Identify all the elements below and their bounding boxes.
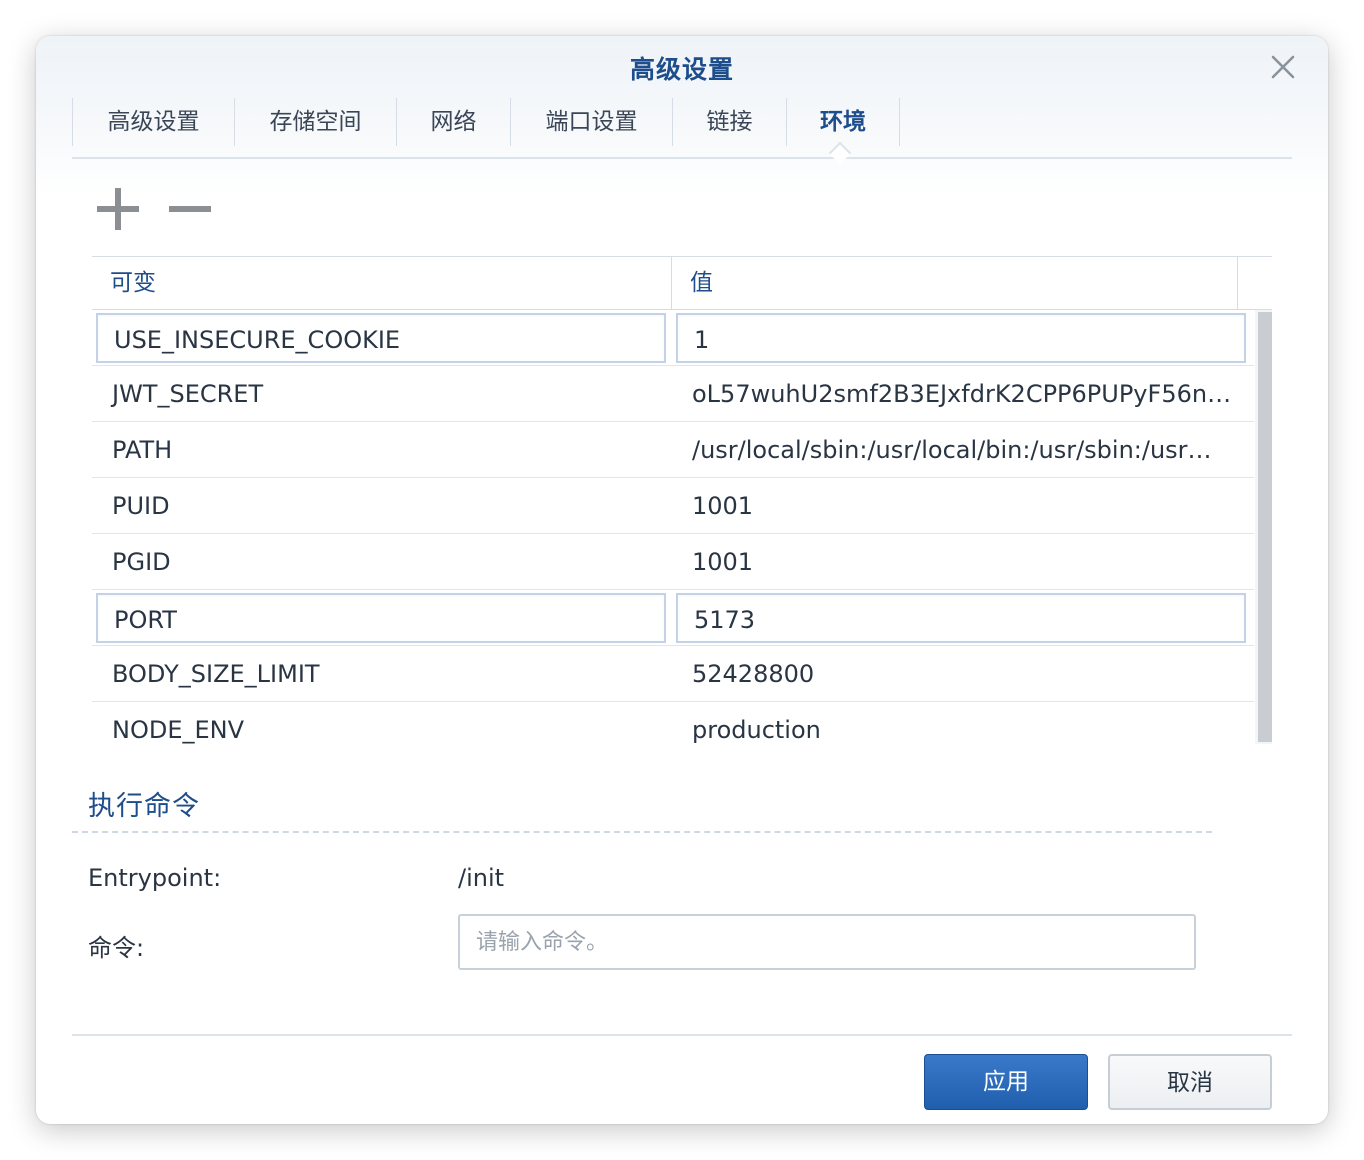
env-variables-table: 可变 值 USE_INSECURE_COOKIE 1 JWT_SECRET oL57w… — [92, 256, 1272, 744]
table-row[interactable]: PATH/usr/local/sbin:/usr/local/bin:/usr/… — [92, 422, 1254, 478]
column-header-variable[interactable]: 可变 — [92, 257, 672, 309]
variable-name-cell[interactable]: PATH — [96, 425, 666, 475]
variable-name-cell[interactable]: JWT_SECRET — [96, 369, 666, 419]
table-header: 可变 值 — [92, 257, 1272, 310]
table-row[interactable]: PGID 1001 — [92, 534, 1254, 590]
env-toolbar — [96, 186, 240, 232]
variable-value-cell[interactable]: 1001 — [676, 537, 1246, 587]
variable-value-field[interactable]: 1 — [676, 313, 1246, 363]
table-scrollbar[interactable] — [1255, 310, 1272, 744]
table-row[interactable]: BODY_SIZE_LIMIT 52428800 — [92, 646, 1254, 702]
table-row[interactable]: USE_INSECURE_COOKIE 1 — [92, 310, 1254, 366]
command-input[interactable] — [458, 914, 1196, 970]
variable-name-cell[interactable]: BODY_SIZE_LIMIT — [96, 649, 666, 699]
tabs-divider — [72, 157, 1292, 159]
variable-value-cell[interactable]: /usr/local/sbin:/usr/local/bin:/usr/sbin… — [676, 425, 1246, 475]
tab-port-settings[interactable]: 端口设置 — [510, 98, 672, 146]
tab-advanced-settings[interactable]: 高级设置 — [72, 98, 234, 146]
advanced-settings-dialog: 高级设置 高级设置 存储空间 网络 端口设置 链接 环境 可变 值 USE_IN… — [36, 36, 1328, 1124]
minus-icon[interactable] — [168, 186, 212, 232]
scrollbar-thumb[interactable] — [1258, 312, 1272, 742]
variable-name-cell[interactable]: PGID — [96, 537, 666, 587]
variable-value-cell[interactable]: 52428800 — [676, 649, 1246, 699]
variable-name-field[interactable]: PORT — [96, 593, 666, 643]
variable-name-field[interactable]: USE_INSECURE_COOKIE — [96, 313, 666, 363]
plus-icon[interactable] — [96, 186, 140, 232]
table-row[interactable]: PORT 5173 — [92, 590, 1254, 646]
variable-name-cell[interactable]: NODE_ENV — [96, 705, 666, 744]
exec-section-title: 执行命令 — [88, 791, 200, 822]
variable-value-field[interactable]: 5173 — [676, 593, 1246, 643]
table-row[interactable]: NODE_ENV production — [92, 702, 1254, 744]
dialog-title: 高级设置 — [629, 55, 734, 84]
cancel-button[interactable]: 取消 — [1108, 1054, 1272, 1110]
variable-value-cell[interactable]: oL57wuhU2smf2B3EJxfdrK2CPP6PUPyF56n… — [676, 369, 1246, 419]
variable-name-cell[interactable]: PUID — [96, 481, 666, 531]
table-row[interactable]: PUID 1001 — [92, 478, 1254, 534]
tab-environment[interactable]: 环境 — [786, 98, 900, 146]
tab-links[interactable]: 链接 — [672, 98, 786, 146]
apply-button[interactable]: 应用 — [924, 1054, 1088, 1110]
entrypoint-value: /init — [458, 864, 505, 892]
close-icon[interactable] — [1268, 52, 1298, 82]
tab-storage[interactable]: 存储空间 — [234, 98, 396, 146]
footer-divider — [72, 1034, 1292, 1036]
table-row[interactable]: JWT_SECRET oL57wuhU2smf2B3EJxfdrK2CPP6PUP… — [92, 366, 1254, 422]
table-body: USE_INSECURE_COOKIE 1 JWT_SECRET oL57wuhU2s… — [92, 310, 1254, 744]
variable-value-cell[interactable]: production — [676, 705, 1246, 744]
variable-value-cell[interactable]: 1001 — [676, 481, 1246, 531]
tab-bar: 高级设置 存储空间 网络 端口设置 链接 环境 — [72, 98, 900, 146]
command-label: 命令: — [88, 934, 145, 962]
column-header-value[interactable]: 值 — [672, 257, 1238, 309]
tab-network[interactable]: 网络 — [396, 98, 510, 146]
section-divider — [72, 831, 1212, 833]
entrypoint-label: Entrypoint: — [88, 864, 222, 892]
